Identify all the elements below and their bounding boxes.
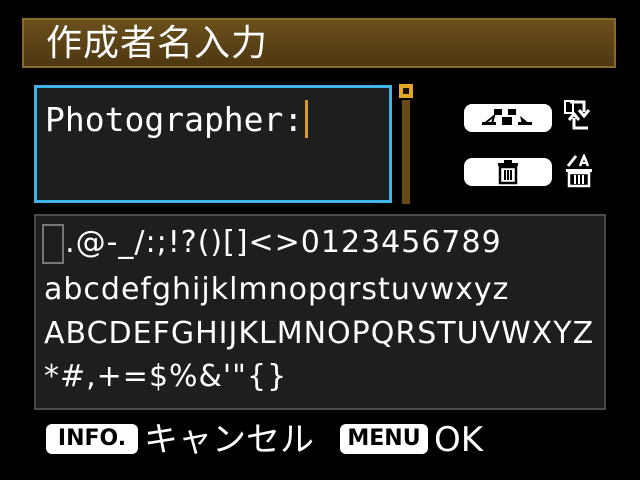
page-title: 作成者名入力	[46, 23, 269, 64]
input-scrollbar[interactable]	[402, 100, 410, 204]
delete-all-icon	[562, 152, 596, 188]
char-row-uppercase[interactable]: ABCDEFGHIJKLMNOPQRSTUVWXYZ	[44, 315, 594, 353]
ok-label: OK	[434, 420, 484, 460]
title-bar: 作成者名入力	[22, 18, 616, 68]
name-input[interactable]: Photographer:	[34, 85, 392, 203]
name-input-value: Photographer:	[45, 100, 304, 139]
text-cursor	[305, 100, 309, 138]
info-button-badge[interactable]: INFO.	[46, 424, 138, 454]
scroll-thumb[interactable]	[399, 84, 413, 98]
switch-arrows-icon	[562, 98, 596, 132]
char-row-symbols[interactable]: *#,+=$%&'"{}	[44, 358, 287, 396]
keyboard-toggle-button[interactable]	[464, 104, 552, 132]
cancel-label: キャンセル	[144, 420, 314, 460]
keyboard-toggle-icon	[481, 109, 532, 125]
menu-button-badge[interactable]: MENU	[340, 424, 428, 454]
char-row-symbols-digits[interactable]: .@-_/:;!?()[]<>0123456789	[44, 224, 502, 262]
trash-icon	[498, 160, 518, 185]
character-palette[interactable]: .@-_/:;!?()[]<>0123456789 abcdefghijklmn…	[34, 214, 606, 410]
char-row-lowercase[interactable]: abcdefghijklmnopqrstuvwxyz	[44, 271, 509, 309]
delete-char-button[interactable]	[464, 158, 552, 186]
